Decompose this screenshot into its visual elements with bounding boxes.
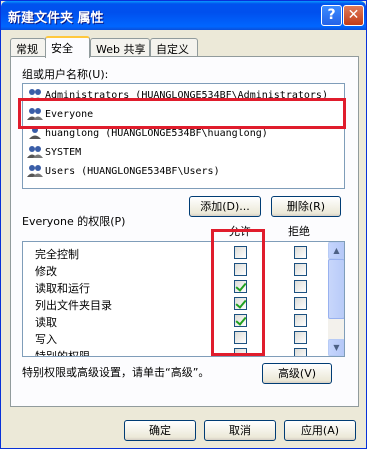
list-item-label: SYSTEM xyxy=(45,147,82,158)
permission-name: 特别的权限 xyxy=(35,350,90,357)
remove-button[interactable]: 删除(R) xyxy=(271,196,341,217)
deny-checkbox[interactable] xyxy=(294,280,307,293)
deny-checkbox[interactable] xyxy=(294,246,307,259)
list-item-label: Users (HUANGLONGE534BF\Users) xyxy=(45,166,220,177)
deny-checkbox[interactable] xyxy=(294,331,307,344)
list-item[interactable]: Users (HUANGLONGE534BF\Users) xyxy=(27,162,220,181)
permission-row: 完全控制 xyxy=(23,244,327,261)
permission-row: 读取 xyxy=(23,312,327,329)
special-permissions-note: 特别权限或高级设置，请单击“高级”。 xyxy=(22,366,210,379)
tab-customize[interactable]: 自定义 xyxy=(150,38,198,57)
list-item[interactable]: SYSTEM xyxy=(27,143,81,162)
permission-name: 读取和运行 xyxy=(35,282,90,295)
permission-row: 修改 xyxy=(23,261,327,278)
ok-button[interactable]: 确定 xyxy=(124,420,196,441)
permission-name: 写入 xyxy=(35,333,57,346)
tab-security[interactable]: 安全 xyxy=(45,36,90,58)
permission-row: 特别的权限 xyxy=(23,346,327,357)
group-icon xyxy=(27,164,43,178)
window-title: 新建文件夹 属性 xyxy=(8,11,104,26)
deny-column-header: 拒绝 xyxy=(288,225,310,238)
permission-name: 完全控制 xyxy=(35,248,79,261)
permissions-scrollbar[interactable]: ▲ ▼ xyxy=(328,242,344,356)
permissions-label: Everyone 的权限(P) xyxy=(22,215,126,228)
help-button[interactable]: ? xyxy=(321,5,342,26)
permissions-list[interactable]: 完全控制 修改 读取和运行 列出文件夹目录 读取 写入 特别的权限 ▲ ▼ xyxy=(22,241,345,357)
apply-button[interactable]: 应用(A) xyxy=(284,420,356,441)
group-icon xyxy=(27,145,43,159)
permission-name: 读取 xyxy=(35,316,57,329)
advanced-button[interactable]: 高级(V) xyxy=(262,363,332,384)
list-item-label: huanglong (HUANGLONGE534BF\huanglong) xyxy=(45,128,268,139)
highlight-allow-column xyxy=(211,229,265,356)
cancel-button[interactable]: 取消 xyxy=(204,420,276,441)
properties-dialog: 新建文件夹 属性 ? ✕ 常规 安全 Web 共享 自定义 组或用户名称(U):… xyxy=(0,0,367,449)
permission-name: 修改 xyxy=(35,265,57,278)
deny-checkbox[interactable] xyxy=(294,263,307,276)
title-bar[interactable]: 新建文件夹 属性 ? ✕ xyxy=(1,1,366,30)
permission-row: 写入 xyxy=(23,329,327,346)
scroll-thumb[interactable] xyxy=(328,259,344,319)
deny-checkbox[interactable] xyxy=(294,348,307,356)
group-user-label: 组或用户名称(U): xyxy=(22,68,109,81)
tab-web-sharing[interactable]: Web 共享 xyxy=(90,38,150,57)
permission-row: 读取和运行 xyxy=(23,278,327,295)
add-button[interactable]: 添加(D)... xyxy=(189,196,261,217)
deny-checkbox[interactable] xyxy=(294,297,307,310)
permission-name: 列出文件夹目录 xyxy=(35,299,112,312)
scroll-down-icon[interactable]: ▼ xyxy=(328,339,344,356)
highlight-everyone xyxy=(18,98,346,129)
deny-checkbox[interactable] xyxy=(294,314,307,327)
permission-row: 列出文件夹目录 xyxy=(23,295,327,312)
scroll-up-icon[interactable]: ▲ xyxy=(328,242,344,259)
tab-general[interactable]: 常规 xyxy=(10,38,46,57)
close-button[interactable]: ✕ xyxy=(343,5,364,26)
